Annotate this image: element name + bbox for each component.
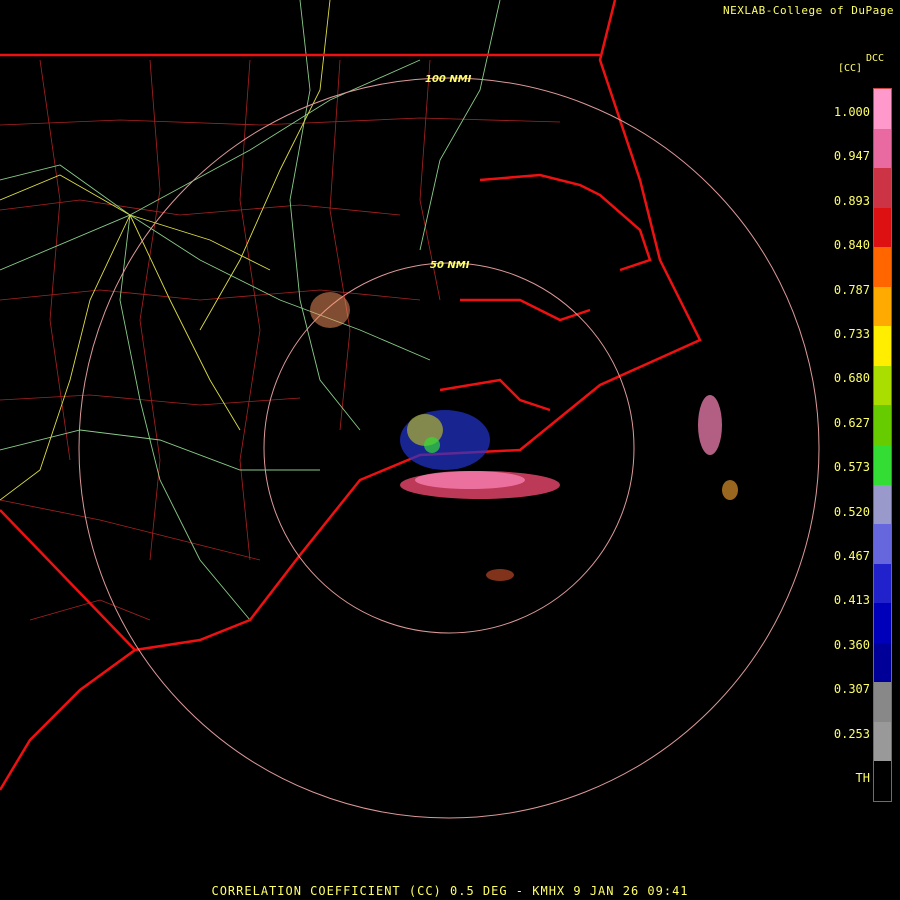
color-scale-segment — [874, 603, 891, 644]
color-scale-segment — [874, 89, 891, 129]
color-scale-segment — [874, 721, 891, 762]
color-scale-segment — [874, 128, 891, 169]
highways — [0, 0, 501, 621]
color-scale-segment — [874, 365, 891, 406]
legend-tick: 0.360 — [833, 637, 870, 652]
color-scale-segment — [874, 326, 891, 367]
return-cluster-east — [698, 395, 722, 455]
legend-tick: TH — [855, 771, 870, 785]
return-cluster-northwest — [310, 292, 350, 328]
legend-tick: 0.787 — [833, 282, 870, 297]
county-lines — [0, 59, 561, 621]
color-scale-bar — [873, 88, 892, 802]
color-scale-segment — [874, 682, 891, 723]
legend-tick: 0.520 — [833, 504, 870, 519]
legend-tick: 0.680 — [833, 371, 870, 386]
range-ring-50-label: 50 NMI — [430, 260, 470, 271]
color-scale-segment — [874, 761, 891, 802]
legend-tick: 0.307 — [833, 682, 870, 697]
legend-ticks: 1.000 0.947 0.893 0.840 0.787 0.733 0.680 0.627… — [800, 0, 870, 900]
legend-tick: 0.840 — [833, 238, 870, 253]
interstates — [0, 0, 331, 501]
color-scale-segment — [874, 286, 891, 327]
range-ring-100-label: 100 NMI — [425, 74, 472, 85]
legend-tick: 0.893 — [833, 193, 870, 208]
color-scale-segment — [874, 405, 891, 446]
color-scale-segment — [874, 563, 891, 604]
legend-tick: 0.413 — [833, 593, 870, 608]
legend-tick: 0.947 — [833, 149, 870, 164]
color-scale-segment — [874, 445, 891, 485]
state-borders — [0, 0, 702, 791]
legend-tick: 0.573 — [833, 460, 870, 475]
color-scale-segment — [874, 642, 891, 683]
color-scale-segment — [874, 484, 891, 525]
radar-map: 50 NMI 100 NMI — [0, 0, 820, 819]
color-scale-segment — [874, 168, 891, 209]
return-cluster-green — [424, 437, 440, 453]
color-scale-segment — [874, 524, 891, 565]
return-cluster-main-core — [415, 471, 525, 489]
legend-tick: 0.733 — [833, 327, 870, 341]
product-footer: CORRELATION COEFFICIENT (CC) 0.5 DEG - K… — [211, 884, 689, 898]
return-cluster-east-2 — [722, 480, 738, 500]
color-scale-segment — [874, 207, 891, 248]
legend-tick: 0.253 — [833, 726, 870, 741]
color-scale-segment — [874, 247, 891, 288]
legend-tick: 0.467 — [833, 549, 870, 563]
radar-returns — [310, 292, 738, 581]
legend-tick: 1.000 — [833, 105, 870, 119]
return-cluster-south — [486, 569, 514, 581]
legend-tick: 0.627 — [833, 415, 870, 430]
